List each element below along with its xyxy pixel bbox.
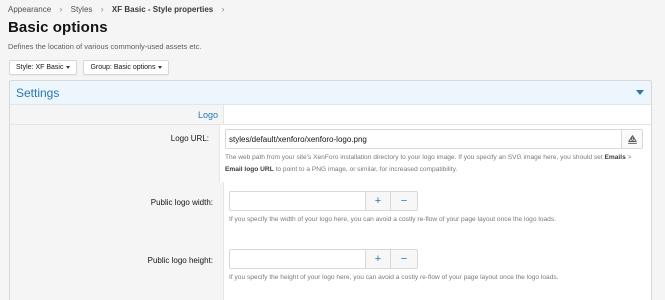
- public-logo-height-explain: If you specify the height of your logo h…: [229, 274, 559, 281]
- public-logo-height-label: Public logo height:: [147, 256, 213, 265]
- group-filter-button[interactable]: Group: Basic options: [83, 60, 170, 75]
- height-increment-button[interactable]: +: [365, 249, 391, 269]
- logo-url-explain: The web path from your site's XenForo in…: [225, 154, 632, 173]
- breadcrumb-item-appearance[interactable]: Appearance: [8, 5, 51, 14]
- public-logo-width-label: Public logo width:: [150, 198, 213, 207]
- minus-icon: −: [400, 253, 408, 265]
- breadcrumb-chevron-icon: ›: [100, 4, 104, 14]
- breadcrumb-item-styles[interactable]: Styles: [71, 5, 93, 14]
- public-logo-width-row: Public logo width: + − If you specify th…: [10, 182, 651, 241]
- page-description: Defines the location of various commonly…: [8, 42, 202, 51]
- collapse-toggle-icon[interactable]: [636, 90, 644, 95]
- settings-header[interactable]: Settings: [10, 81, 651, 105]
- page: Appearance › Styles › XF Basic - Style p…: [0, 0, 665, 300]
- minus-icon: −: [400, 195, 408, 207]
- plus-icon: +: [374, 253, 382, 265]
- caret-down-icon: [158, 66, 163, 69]
- color-palette-icon: [627, 134, 637, 144]
- public-logo-height-input[interactable]: [229, 249, 365, 269]
- plus-icon: +: [374, 195, 382, 207]
- caret-down-icon: [66, 66, 71, 69]
- logo-group-row: Logo: [10, 105, 651, 125]
- logo-url-label: Logo URL:: [170, 134, 209, 143]
- page-title: Basic options: [8, 19, 108, 36]
- logo-url-input[interactable]: styles/default/xenforo/xenforo-logo.png: [225, 129, 621, 149]
- logo-group-label: Logo: [197, 109, 218, 120]
- style-filter-button[interactable]: Style: XF Basic: [9, 60, 78, 75]
- color-palette-button[interactable]: [621, 129, 643, 149]
- breadcrumb-chevron-icon: ›: [59, 4, 63, 14]
- public-logo-width-explain: If you specify the width of your logo he…: [229, 216, 556, 223]
- public-logo-height-row: Public logo height: + − If you specify t…: [10, 241, 651, 300]
- breadcrumb-chevron-icon: ›: [221, 4, 225, 14]
- width-decrement-button[interactable]: −: [391, 191, 418, 211]
- settings-title: Settings: [16, 85, 60, 100]
- breadcrumb: Appearance › Styles › XF Basic - Style p…: [8, 4, 231, 14]
- breadcrumb-item-style-properties[interactable]: XF Basic - Style properties: [112, 5, 213, 14]
- filter-bar: Style: XF Basic Group: Basic options: [9, 60, 170, 75]
- public-logo-width-input[interactable]: [229, 191, 365, 211]
- group-filter-label: Group: Basic options: [90, 64, 156, 71]
- logo-url-row: Logo URL: styles/default/xenforo/xenforo…: [10, 125, 651, 182]
- style-filter-label: Style: XF Basic: [16, 64, 64, 71]
- settings-block: Settings Logo Logo URL: styles/default/x…: [9, 80, 652, 300]
- width-increment-button[interactable]: +: [365, 191, 391, 211]
- height-decrement-button[interactable]: −: [391, 249, 418, 269]
